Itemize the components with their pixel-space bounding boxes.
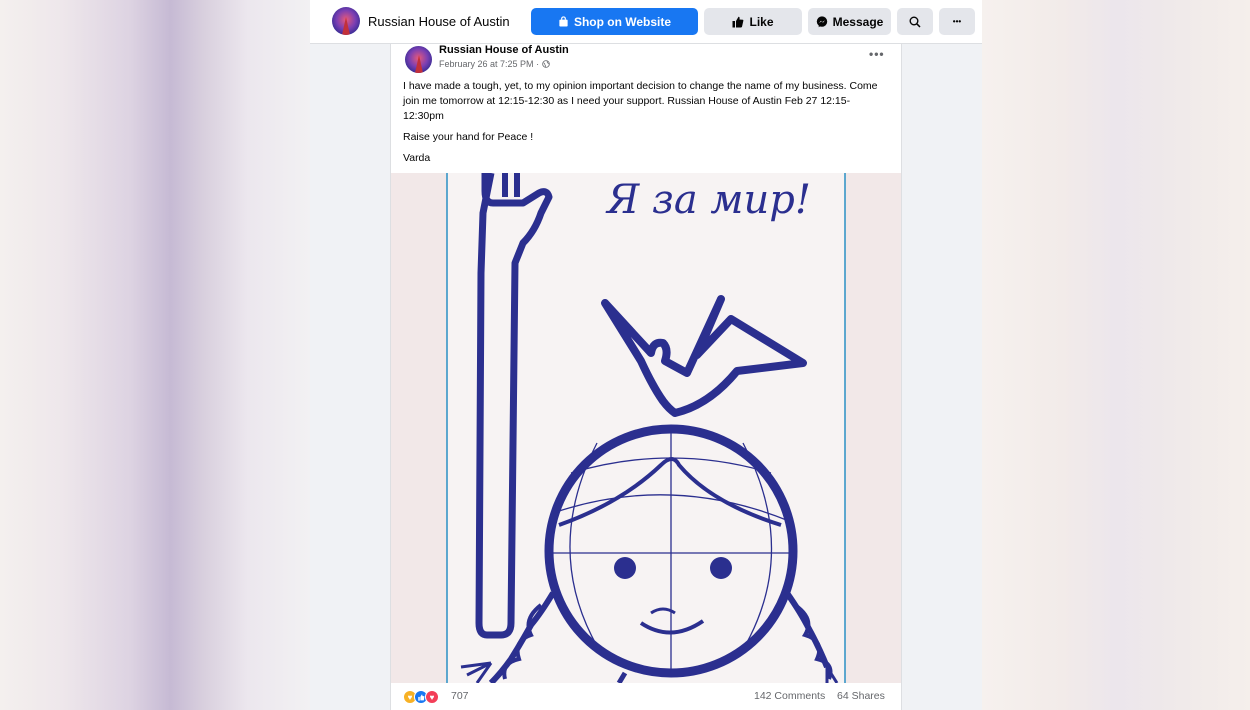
- post-image[interactable]: Я за мир!: [391, 173, 901, 683]
- post-paragraph: I have made a tough, yet, to my opinion …: [403, 80, 878, 122]
- peace-poster-illustration: Я за мир!: [391, 173, 901, 683]
- search-button[interactable]: [897, 8, 933, 35]
- shop-on-website-button[interactable]: Shop on Website: [531, 8, 698, 35]
- post-options-button[interactable]: •••: [869, 47, 885, 61]
- message-button[interactable]: Message: [808, 8, 891, 35]
- message-button-label: Message: [832, 14, 884, 29]
- reaction-count[interactable]: 707: [451, 690, 469, 702]
- post-paragraph: Raise your hand for Peace !: [403, 131, 534, 143]
- post-meta: February 26 at 7:25 PM ·: [439, 59, 550, 69]
- post-card: Russian House of Austin February 26 at 7…: [390, 44, 902, 710]
- post-author-avatar[interactable]: [405, 46, 432, 73]
- like-page-button[interactable]: Like: [704, 8, 802, 35]
- thumbs-up-icon: [732, 16, 744, 27]
- shares-count[interactable]: 64 Shares: [837, 690, 885, 702]
- more-options-button[interactable]: •••: [939, 8, 975, 35]
- post-footer: ♥ ♥ 707 142 Comments 64 Shares: [391, 683, 901, 710]
- post-text: I have made a tough, yet, to my opinion …: [403, 79, 889, 172]
- page-avatar[interactable]: [332, 7, 360, 35]
- comments-count[interactable]: 142 Comments: [754, 690, 825, 702]
- search-icon: [909, 16, 921, 28]
- post-paragraph: Varda: [403, 152, 431, 164]
- reaction-icons[interactable]: ♥ ♥: [403, 690, 439, 704]
- page-header-bar: Russian House of Austin Shop on Website …: [310, 0, 982, 44]
- post-author-name[interactable]: Russian House of Austin: [439, 44, 569, 56]
- page-name[interactable]: Russian House of Austin: [368, 14, 510, 29]
- like-button-label: Like: [749, 14, 774, 29]
- facebook-page: Russian House of Austin Shop on Website …: [310, 0, 982, 710]
- more-options-label: •••: [952, 17, 962, 26]
- love-reaction-icon: ♥: [425, 690, 439, 704]
- post-timestamp[interactable]: February 26 at 7:25 PM: [439, 59, 534, 69]
- shop-button-label: Shop on Website: [573, 14, 672, 29]
- globe-icon: [541, 60, 550, 68]
- blurred-background-left: [0, 0, 310, 710]
- shopping-bag-icon: [559, 16, 568, 27]
- poster-caption: Я за мир!: [605, 177, 811, 223]
- messenger-icon: [816, 15, 827, 27]
- blurred-background-right: [982, 0, 1250, 710]
